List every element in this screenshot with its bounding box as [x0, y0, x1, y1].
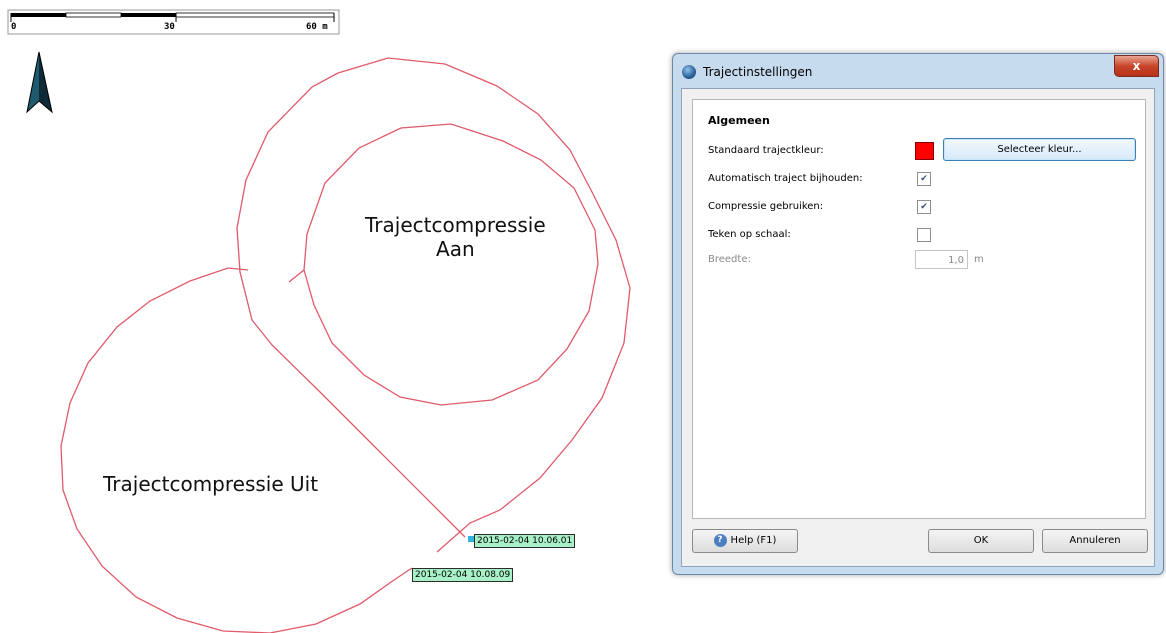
- app-globe-icon: [682, 65, 696, 79]
- help-icon: ?: [713, 533, 727, 547]
- scale-label-60: 60 m: [306, 22, 328, 32]
- track-color-swatch[interactable]: [915, 142, 934, 160]
- width-unit: m: [974, 254, 984, 265]
- track-compression-off: [60, 267, 413, 633]
- close-button[interactable]: x: [1114, 55, 1159, 77]
- ok-button[interactable]: OK: [928, 529, 1034, 553]
- compression-checkbox[interactable]: ✔: [917, 200, 931, 214]
- default-color-label: Standaard trajectkleur:: [708, 145, 824, 156]
- label-compression-off: Trajectcompressie Uit: [103, 472, 319, 496]
- label-compression-on: Trajectcompressie Aan: [365, 213, 546, 261]
- scale-label-30: 30: [164, 22, 175, 32]
- help-button-label: Help (F1): [730, 535, 777, 546]
- general-settings-panel: Algemeen Standaard trajectkleur: Selecte…: [692, 99, 1146, 519]
- timestamp-start-label[interactable]: 2015-02-04 10.06.01: [474, 534, 576, 548]
- draw-to-scale-checkbox[interactable]: [917, 228, 931, 242]
- timestamp-end-label[interactable]: 2015-02-04 10.08.09: [412, 568, 514, 582]
- checkmark-icon: ✔: [920, 174, 928, 184]
- auto-track-checkbox[interactable]: ✔: [917, 172, 931, 186]
- draw-to-scale-label: Teken op schaal:: [708, 229, 791, 240]
- north-arrow-icon: [26, 51, 53, 114]
- checkmark-icon: ✔: [920, 202, 928, 212]
- width-label: Breedte:: [708, 254, 751, 265]
- track-compression-on-inner: [288, 123, 599, 406]
- auto-track-label: Automatisch traject bijhouden:: [708, 173, 863, 184]
- track-settings-dialog: Trajectinstellingen x Algemeen Standaard…: [672, 53, 1164, 575]
- group-title: Algemeen: [708, 114, 770, 127]
- cancel-button[interactable]: Annuleren: [1042, 529, 1148, 553]
- close-icon: x: [1132, 59, 1141, 73]
- label-compression-on-line1: Trajectcompressie: [365, 213, 546, 237]
- width-field[interactable]: 1,0: [915, 250, 968, 269]
- select-color-button[interactable]: Selecteer kleur...: [943, 138, 1136, 161]
- dialog-title: Trajectinstellingen: [703, 65, 813, 79]
- scale-label-0: 0: [11, 22, 17, 32]
- label-compression-on-line2: Aan: [436, 237, 475, 261]
- help-button[interactable]: ? Help (F1): [692, 529, 798, 553]
- compression-label: Compressie gebruiken:: [708, 201, 824, 212]
- dialog-client-area: Algemeen Standaard trajectkleur: Selecte…: [681, 88, 1155, 567]
- dialog-titlebar[interactable]: Trajectinstellingen x: [673, 54, 1163, 88]
